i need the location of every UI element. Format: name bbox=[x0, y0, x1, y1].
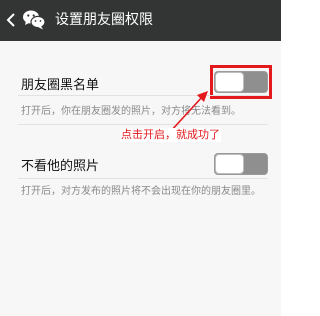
divider bbox=[18, 124, 268, 125]
divider bbox=[18, 178, 268, 179]
page-title: 设置朋友圈权限 bbox=[55, 12, 153, 28]
hide-his-photos-label: 不看他的照片 bbox=[21, 159, 100, 174]
hide-his-photos-description: 打开后，对方发布的照片将不会出现在你的朋友圈里。 bbox=[21, 186, 261, 197]
back-arrow-icon[interactable] bbox=[6, 12, 16, 28]
hide-his-photos-toggle[interactable] bbox=[214, 153, 268, 175]
blacklist-description: 打开后，你在朋友圈发的照片，对方将无法看到。 bbox=[21, 106, 241, 117]
title-bar: 设置朋友圈权限 bbox=[0, 0, 281, 41]
wechat-logo-icon bbox=[23, 10, 46, 30]
annotation-text: 点击开启，就成功了 bbox=[120, 128, 221, 142]
toggle-knob bbox=[215, 154, 244, 174]
highlight-box bbox=[210, 65, 272, 99]
divider bbox=[18, 95, 268, 96]
blacklist-label: 朋友圈黑名单 bbox=[21, 78, 100, 93]
